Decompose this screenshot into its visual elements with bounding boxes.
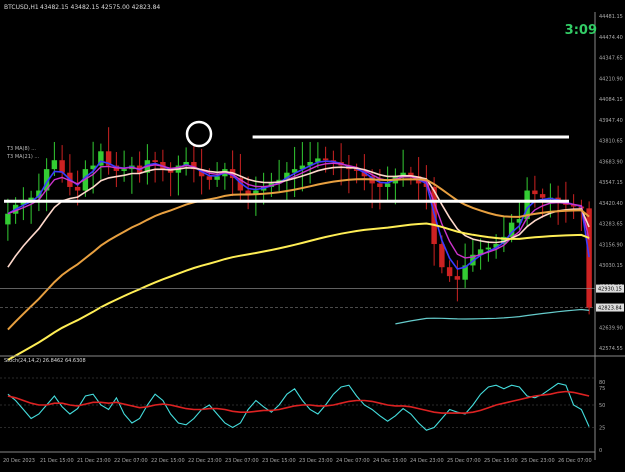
candle-body (74, 186, 81, 191)
price-tick-label: 43156.90 (599, 242, 623, 248)
time-tick-label: 25 Dec 15:00 (484, 458, 518, 464)
time-tick-label: 21 Dec 23:00 (77, 458, 111, 464)
candle-body (121, 169, 127, 171)
stoch-title: Stoch(24,14,2) 26.8462 64.6308 (4, 358, 86, 364)
price-tick-label: 43947.40 (599, 118, 623, 124)
time-tick-label: 24 Dec 15:00 (373, 458, 407, 464)
price-tick-label: 43547.15 (599, 180, 623, 186)
time-tick-label: 21 Dec 15:00 (40, 458, 74, 464)
ohlc-values: 43482.15 43482.15 42575.00 42823.84 (40, 4, 160, 11)
candle-body (206, 176, 213, 180)
time-tick-label: 23 Dec 23:00 (299, 458, 333, 464)
candle-body (532, 190, 538, 195)
candle-body (152, 160, 158, 163)
time-tick-label: 24 Dec 23:00 (410, 458, 444, 464)
time-tick-label: 25 Dec 07:00 (447, 458, 481, 464)
candle-timer: 3:09 (565, 23, 597, 38)
stoch-tick-label: 25 (599, 426, 605, 432)
stoch-tick-label: 0 (599, 448, 602, 454)
candle-body (454, 276, 461, 280)
candle-body (377, 183, 383, 187)
candle-body (539, 194, 546, 198)
time-tick-label: 22 Dec 07:00 (114, 458, 148, 464)
candle-body (322, 158, 329, 161)
time-tick-label: 26 Dec 07:00 (558, 458, 592, 464)
price-tick-label: 43683.90 (599, 159, 623, 165)
price-tick-label: 44210.90 (599, 76, 623, 82)
time-tick-label: 23 Dec 07:00 (225, 458, 259, 464)
price-tick-label: 44481.15 (599, 14, 623, 20)
candle-body (439, 244, 445, 268)
time-tick-label: 24 Dec 07:00 (336, 458, 370, 464)
candle-body (51, 160, 58, 170)
chart-svg: 44481.15 44474.40 44347.65 44210.90 44084.15… (0, 0, 625, 468)
price-tick-label: 44084.15 (599, 97, 623, 103)
stoch-tick-label: 50 (599, 403, 605, 409)
candle-body (5, 213, 11, 225)
time-tick-label: 23 Dec 15:00 (262, 458, 296, 464)
time-tick-label: 22 Dec 15:00 (151, 458, 185, 464)
price-marker-label: 42930.15 (598, 287, 622, 293)
chart-window[interactable]: 44481.15 44474.40 44347.65 44210.90 44084.15… (0, 0, 625, 468)
candle-body (446, 267, 453, 277)
stoch-tick-label: 75 (599, 386, 605, 392)
price-tick-label: 44474.40 (599, 35, 623, 41)
price-marker-label: 42823.84 (598, 306, 622, 312)
ma-label-1: T3 MA(8) ... (6, 146, 36, 152)
candle-body (485, 247, 492, 250)
candle-body (384, 183, 391, 187)
price-tick-label: 42574.55 (599, 346, 623, 352)
price-tick-label: 43810.65 (599, 139, 623, 145)
time-tick-label: 25 Dec 23:00 (521, 458, 555, 464)
price-tick-label: 44347.65 (599, 56, 623, 62)
symbol-label: BTCUSD,H1 (4, 4, 39, 11)
candle-body (59, 160, 65, 173)
price-tick-label: 43420.40 (599, 201, 623, 207)
ma-label-2: T3 MA(21) ... (6, 154, 40, 160)
candle-body (214, 176, 220, 180)
price-tick-label: 42639.90 (599, 325, 623, 331)
price-tick-label: 43030.15 (599, 263, 623, 269)
price-tick-label: 43283.65 (599, 222, 623, 228)
time-tick-label: 22 Dec 23:00 (188, 458, 222, 464)
time-tick-label: 20 Dec 2023 (3, 458, 35, 464)
